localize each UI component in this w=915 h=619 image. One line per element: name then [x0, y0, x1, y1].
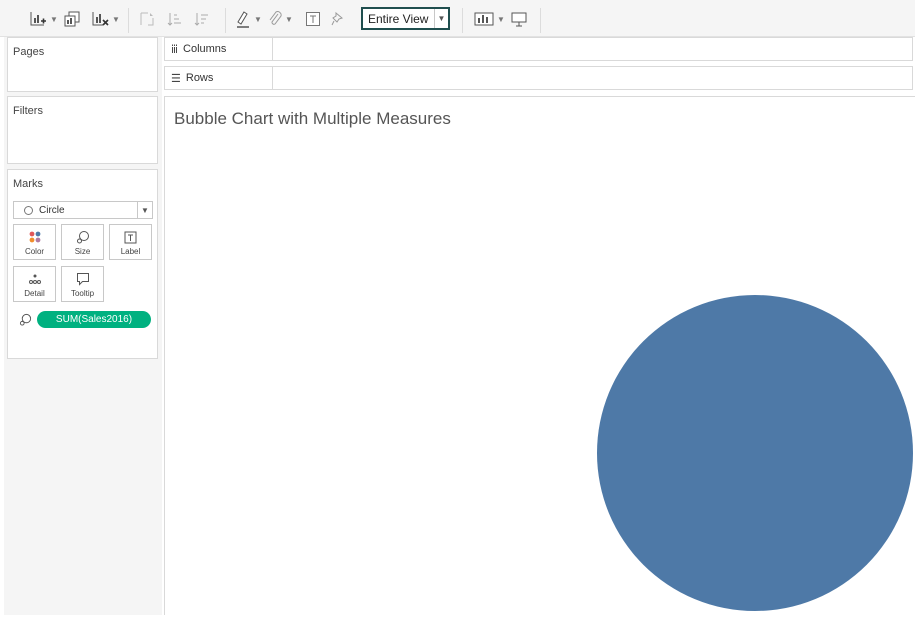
rows-shelf[interactable]: ☰ Rows [164, 66, 913, 90]
columns-icon: ⅲ [171, 43, 179, 56]
sort-descending-button[interactable] [193, 9, 211, 29]
marks-card: Marks Circle ▼ Color Size Label Detail T… [7, 169, 158, 359]
clear-sheet-icon [92, 12, 109, 26]
duplicate-sheet-button[interactable] [63, 9, 81, 29]
toolbar-divider [128, 8, 129, 33]
size-button[interactable]: Size [61, 224, 104, 260]
duplicate-sheet-icon [64, 11, 80, 27]
chevron-down-icon: ▼ [254, 14, 262, 24]
left-panel: Pages Filters Marks Circle ▼ Color Size … [4, 37, 162, 615]
sort-ascending-icon [167, 13, 181, 26]
show-me-icon [474, 12, 494, 26]
fit-dropdown[interactable]: Entire View ▼ [361, 7, 450, 30]
rows-shelf-caption: ☰ Rows [165, 67, 273, 89]
rows-label: Rows [185, 72, 214, 84]
size-icon [19, 313, 32, 326]
fit-dropdown-label: Entire View [368, 11, 429, 26]
chevron-down-icon: ▼ [137, 202, 152, 218]
swap-rows-columns-icon [140, 12, 154, 26]
sort-descending-icon [194, 13, 208, 26]
toolbar-divider [225, 8, 226, 33]
rows-icon: ☰ [171, 72, 181, 85]
marks-pill-row: SUM(Sales2016) [19, 311, 151, 328]
chevron-down-icon: ▼ [285, 14, 293, 24]
detail-icon [28, 274, 41, 284]
columns-shelf-caption: ⅲ Columns [165, 38, 273, 60]
mark-type-label: Circle [39, 204, 65, 216]
attach-icon [269, 11, 282, 25]
pin-button[interactable] [331, 9, 345, 29]
columns-label: Columns [183, 43, 227, 55]
size-button-label: Size [74, 247, 91, 256]
size-icon [76, 231, 89, 244]
mark-type-dropdown[interactable]: Circle ▼ [13, 201, 153, 219]
columns-shelf[interactable]: ⅲ Columns [164, 37, 913, 61]
label-button[interactable]: Label [109, 224, 152, 260]
text-label-button[interactable] [305, 9, 321, 29]
swap-rows-columns-button[interactable] [138, 9, 156, 29]
tooltip-button-label: Tooltip [70, 289, 95, 298]
chevron-down-icon[interactable]: ▼ [434, 9, 448, 28]
toolbar-divider [462, 8, 463, 33]
pages-card[interactable]: Pages [7, 37, 158, 92]
tooltip-icon [76, 273, 89, 286]
new-worksheet-icon [30, 12, 46, 26]
pages-card-title: Pages [13, 46, 45, 58]
highlight-icon [237, 11, 249, 28]
tooltip-button[interactable]: Tooltip [61, 266, 104, 302]
clear-sheet-button[interactable]: ▼ [91, 9, 120, 29]
presentation-icon [511, 12, 527, 27]
color-button-label: Color [24, 247, 45, 256]
show-me-button[interactable]: ▼ [474, 9, 505, 29]
bubble-plot [597, 295, 913, 611]
marks-card-title: Marks [13, 178, 43, 190]
color-palette-icon [29, 231, 40, 243]
pill-label: SUM(Sales2016) [55, 314, 133, 325]
filters-card[interactable]: Filters [7, 96, 158, 164]
attach-button[interactable]: ▼ [268, 9, 293, 29]
toolbar-divider [540, 8, 541, 33]
chevron-down-icon: ▼ [50, 14, 58, 24]
sum-sales2016-pill[interactable]: SUM(Sales2016) [37, 311, 151, 328]
chevron-down-icon: ▼ [497, 14, 505, 24]
chevron-down-icon: ▼ [112, 14, 120, 24]
filters-card-title: Filters [13, 105, 43, 117]
color-button[interactable]: Color [13, 224, 56, 260]
text-label-icon [124, 231, 137, 243]
toolbar: ▼ ▼ ▼ ▼ Entire View ▼ ▼ [0, 0, 915, 37]
pin-icon [331, 11, 344, 26]
text-label-icon [306, 12, 320, 26]
detail-button-label: Detail [24, 289, 45, 298]
bubble-mark[interactable] [597, 295, 913, 611]
presentation-mode-button[interactable] [510, 9, 528, 29]
circle-icon [24, 205, 33, 215]
detail-button[interactable]: Detail [13, 266, 56, 302]
rows-drop-zone[interactable] [273, 67, 912, 89]
highlight-button[interactable]: ▼ [235, 9, 262, 29]
columns-drop-zone[interactable] [273, 38, 912, 60]
new-worksheet-button[interactable]: ▼ [29, 9, 58, 29]
sort-ascending-button[interactable] [166, 9, 184, 29]
view-area[interactable]: Bubble Chart with Multiple Measures [164, 96, 915, 615]
label-button-label: Label [120, 247, 141, 256]
